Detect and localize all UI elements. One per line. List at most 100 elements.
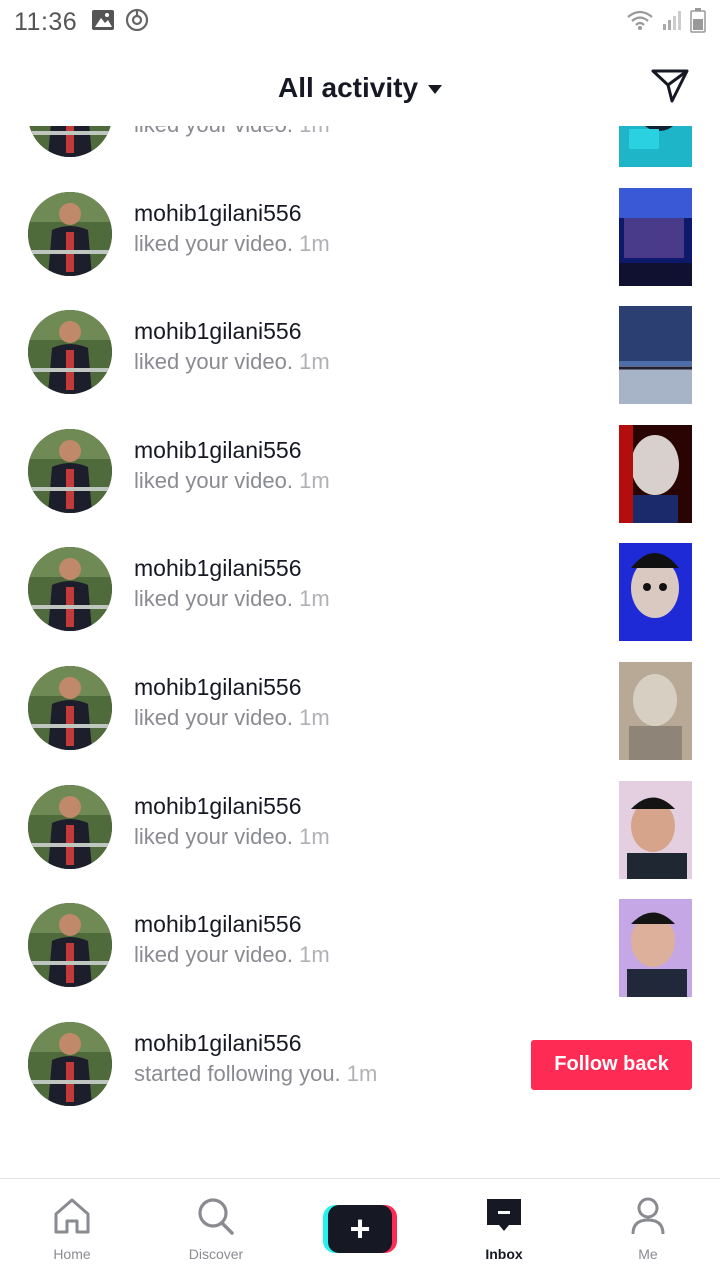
nav-me[interactable]: Me [576,1179,720,1280]
header-title: All activity [277,72,419,103]
video-thumbnail[interactable] [619,543,692,642]
create-button[interactable]: + [323,1205,397,1253]
username[interactable]: mohib1gilani556 [134,672,330,702]
activity-text: liked your video. 1m [134,703,330,733]
video-thumbnail[interactable] [619,187,692,286]
username[interactable]: mohib1gilani556 [134,553,330,583]
notification-text: mohib1gilani556 started following you. 1m [134,1028,377,1089]
activity-time: 1m [299,704,330,730]
avatar[interactable] [28,428,112,513]
notification-text: mohib1gilani556liked your video. 1m [134,672,330,733]
bottom-nav: Home Discover + Inbox Me [0,1178,720,1280]
activity-time: 1m [299,349,330,375]
activity-action: started following you. [134,1060,341,1086]
video-thumbnail[interactable] [619,780,692,879]
activity-text: liked your video. 1m [134,347,330,377]
nav-discover[interactable]: Discover [144,1179,288,1280]
notification-text: mohib1gilani556liked your video. 1m [134,909,330,970]
status-bar: 11:36 [0,0,720,44]
home-icon [51,1197,93,1240]
notification-row[interactable]: mohib1gilani556liked your video. 1m [0,294,720,413]
avatar[interactable] [28,903,112,988]
notifications-list[interactable]: mohib1gilani556 liked your video. 1m mohib… [0,126,720,1178]
sync-icon [125,8,149,37]
activity-action: liked your video. [134,704,293,730]
follow-back-button[interactable]: Follow back [531,1039,692,1090]
image-icon [91,9,115,36]
activity-action: liked your video. [134,349,293,375]
activity-time: 1m [299,467,330,493]
nav-me-label: Me [638,1246,658,1262]
caret-down-icon [428,84,443,94]
avatar[interactable] [28,784,112,869]
activity-action: liked your video. [134,823,293,849]
username[interactable]: mohib1gilani556 [134,435,330,465]
activity-time: 1m [346,1060,378,1086]
activity-text: liked your video. 1m [134,229,330,259]
video-thumbnail[interactable] [619,306,692,405]
username[interactable]: mohib1gilani556 [134,791,330,821]
activity-time: 1m [299,586,330,612]
notification-row[interactable]: mohib1gilani556liked your video. 1m [0,531,720,650]
activity-filter-dropdown[interactable]: All activity [277,72,443,104]
avatar[interactable] [28,126,112,157]
notification-row[interactable]: mohib1gilani556 started following you. 1m… [0,1006,720,1125]
nav-create[interactable]: + [288,1179,432,1280]
activity-action: liked your video. [134,586,293,612]
avatar[interactable] [28,1021,112,1106]
notification-row[interactable]: mohib1gilani556liked your video. 1m [0,769,720,888]
video-thumbnail[interactable] [619,424,692,523]
nav-inbox-label: Inbox [485,1246,523,1262]
avatar[interactable] [28,191,112,276]
notification-text: mohib1gilani556liked your video. 1m [134,316,330,377]
notifications-list-inner: mohib1gilani556 liked your video. 1m mohib… [0,126,720,1124]
notification-text: mohib1gilani556liked your video. 1m [134,126,330,140]
notification-row[interactable]: mohib1gilani556liked your video. 1m [0,413,720,532]
activity-time: 1m [299,942,330,968]
status-icons-right [626,7,706,38]
profile-icon [627,1197,669,1240]
activity-text: liked your video. 1m [134,584,330,614]
activity-action: liked your video. [134,467,293,493]
activity-time: 1m [299,230,330,256]
username[interactable]: mohib1gilani556 [134,1028,377,1058]
wifi-icon [626,9,654,36]
notification-row[interactable]: mohib1gilani556liked your video. 1m [0,176,720,295]
notification-text: mohib1gilani556liked your video. 1m [134,198,330,259]
username[interactable]: mohib1gilani556 [134,909,330,939]
avatar[interactable] [28,665,112,750]
nav-inbox[interactable]: Inbox [432,1179,576,1280]
notification-row[interactable]: mohib1gilani556liked your video. 1m [0,126,720,176]
activity-text: started following you. 1m [134,1059,377,1089]
username[interactable]: mohib1gilani556 [134,316,330,346]
video-thumbnail[interactable] [619,126,692,167]
nav-home[interactable]: Home [0,1179,144,1280]
video-thumbnail[interactable] [619,661,692,760]
inbox-icon [483,1197,525,1240]
activity-text: liked your video. 1m [134,940,330,970]
plus-icon: + [328,1205,392,1253]
avatar[interactable] [28,547,112,632]
activity-action: liked your video. [134,942,293,968]
search-icon [195,1197,237,1240]
activity-text: liked your video. 1m [134,822,330,852]
header: All activity [0,50,720,126]
video-thumbnail[interactable] [619,899,692,998]
activity-action: liked your video. [134,126,293,137]
activity-text: liked your video. 1m [134,466,330,496]
avatar[interactable] [28,310,112,395]
activity-text: liked your video. 1m [134,126,330,140]
signal-icon [662,9,682,36]
notification-text: mohib1gilani556liked your video. 1m [134,553,330,614]
direct-message-button[interactable] [648,66,692,110]
notification-row[interactable]: mohib1gilani556liked your video. 1m [0,887,720,1006]
notification-text: mohib1gilani556liked your video. 1m [134,435,330,496]
direct-message-icon [650,67,690,110]
username[interactable]: mohib1gilani556 [134,198,330,228]
nav-discover-label: Discover [188,1246,244,1262]
battery-icon [690,7,706,38]
activity-time: 1m [299,126,330,137]
nav-home-label: Home [53,1246,91,1262]
notification-row[interactable]: mohib1gilani556liked your video. 1m [0,650,720,769]
activity-time: 1m [299,823,330,849]
